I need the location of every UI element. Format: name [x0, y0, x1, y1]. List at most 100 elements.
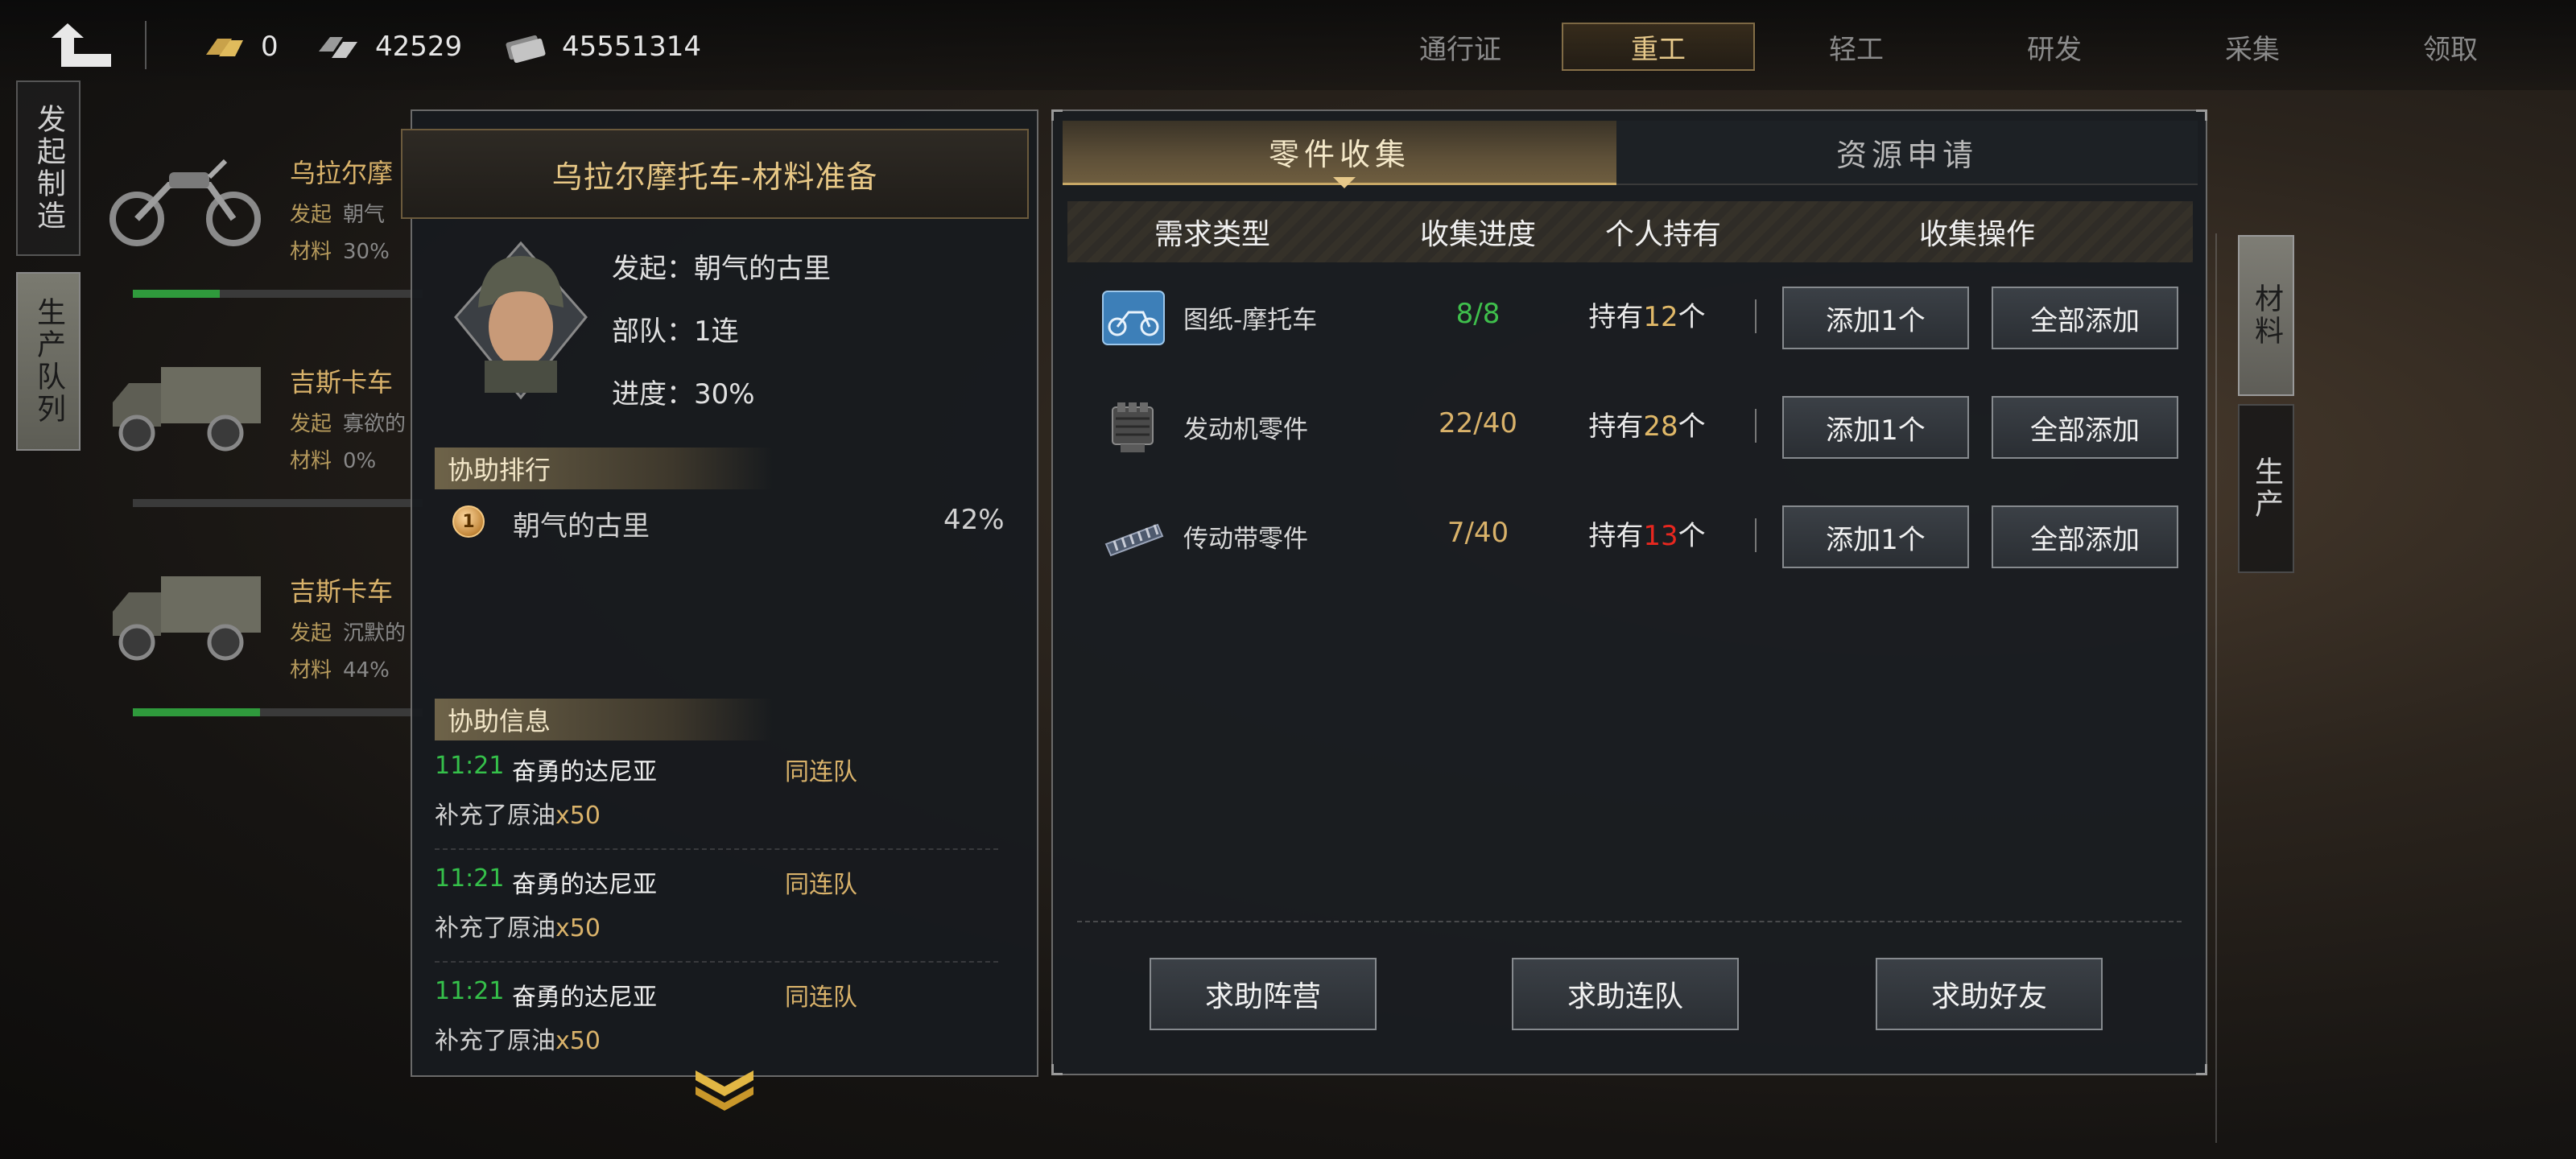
queue-item[interactable]: 乌拉尔摩 发起 朝气 材料 30%: [97, 137, 423, 330]
help-company-button[interactable]: 求助连队: [1512, 958, 1739, 1030]
edge-divider: [2215, 233, 2217, 1143]
assist-message: 11:21 奋勇的达尼亚 同连队 补充了原油x50: [435, 852, 998, 963]
gold-bar-icon: [201, 31, 246, 63]
tab-initiate-manufacture[interactable]: 发起制造: [16, 80, 80, 256]
owned-count: 13: [1643, 520, 1678, 552]
queue-item-material: 材料 44%: [290, 654, 390, 683]
message-qty: x50: [555, 914, 601, 942]
frame-corner: [2196, 109, 2207, 121]
active-tab-indicator: [1333, 177, 1356, 188]
truck-icon: [113, 576, 261, 661]
row-separator: [1755, 299, 1757, 333]
initiator-label: 发起: [290, 621, 332, 645]
part-owned: 持有13个: [1567, 514, 1728, 553]
scroll-down-chevron-icon[interactable]: [692, 1064, 757, 1112]
initiator-value: 沉默的: [343, 621, 407, 645]
gold-medal-icon: 1: [452, 505, 485, 538]
nav-claim[interactable]: 领取: [2354, 23, 2547, 71]
nav-gather[interactable]: 采集: [2156, 23, 2349, 71]
steel-value: 42529: [375, 31, 463, 63]
owned-suffix: 个: [1678, 520, 1706, 552]
cash-value: 45551314: [562, 31, 702, 63]
queue-progress-fill: [133, 708, 261, 716]
tab-parts-collection[interactable]: 零件收集: [1063, 121, 1616, 185]
table-header: 需求类型 收集进度 个人持有 收集操作: [1067, 201, 2193, 262]
material-label: 材料: [290, 658, 332, 683]
engine-part-icon: [1112, 402, 1154, 452]
belt-part-icon: [1104, 523, 1164, 557]
add-one-button[interactable]: 添加1个: [1782, 287, 1969, 349]
help-friends-button[interactable]: 求助好友: [1876, 958, 2103, 1030]
tab-resource-request[interactable]: 资源申请: [1616, 121, 2198, 185]
owned-prefix: 持有: [1588, 301, 1644, 333]
message-user: 奋勇的达尼亚: [512, 871, 657, 899]
part-name: 发动机零件: [1183, 415, 1308, 444]
back-arrow-icon: [52, 23, 111, 67]
detail-progress: 进度：30%: [612, 378, 755, 410]
add-one-button[interactable]: 添加1个: [1782, 396, 1969, 459]
message-qty: x50: [555, 1027, 601, 1055]
back-button[interactable]: [32, 11, 129, 79]
add-all-button[interactable]: 全部添加: [1992, 396, 2178, 459]
add-all-button[interactable]: 全部添加: [1992, 505, 2178, 568]
detail-unit: 部队：1连: [612, 316, 739, 348]
queue-item-name: 吉斯卡车: [290, 367, 394, 398]
queue-item-initiator: 发起 寡欲的: [290, 407, 406, 437]
message-action: 补充了原油: [435, 1027, 555, 1055]
message-action: 补充了原油: [435, 802, 555, 830]
nav-light-industry[interactable]: 轻工: [1760, 23, 1953, 71]
assist-message: 11:21 奋勇的达尼亚 同连队 补充了原油x50: [435, 739, 998, 850]
queue-item[interactable]: 吉斯卡车 发起 寡欲的 材料 0%: [97, 346, 423, 539]
queue-progress-fill: [133, 290, 220, 298]
message-time: 11:21: [435, 977, 505, 1005]
row-separator: [1755, 518, 1757, 552]
gold-resource: 0: [201, 23, 279, 71]
queue-item-initiator: 发起 沉默的: [290, 617, 406, 646]
message-text: 补充了原油x50: [435, 795, 601, 831]
nav-heavy-industry[interactable]: 重工: [1562, 23, 1755, 71]
steel-resource: 42529: [316, 23, 462, 71]
add-one-button[interactable]: 添加1个: [1782, 505, 1969, 568]
col-progress: 收集进度: [1419, 218, 1536, 251]
owned-prefix: 持有: [1588, 410, 1644, 443]
material-value: 0%: [343, 449, 377, 473]
part-progress: 7/40: [1447, 517, 1509, 549]
assist-info-header: 协助信息: [435, 699, 773, 740]
part-name: 图纸-摩托车: [1183, 306, 1318, 335]
add-all-button[interactable]: 全部添加: [1992, 287, 2178, 349]
top-divider: [145, 21, 147, 69]
tab-produce[interactable]: 生产: [2238, 404, 2294, 573]
part-progress: 8/8: [1455, 298, 1501, 330]
queue-item[interactable]: 吉斯卡车 发起 沉默的 材料 44%: [97, 555, 423, 749]
cash-resource: 45551314: [502, 23, 701, 71]
help-camp-button[interactable]: 求助阵营: [1150, 958, 1377, 1030]
initiator-label: 发起: [290, 412, 332, 436]
material-value: 30%: [343, 240, 390, 264]
part-name: 传动带零件: [1183, 525, 1308, 554]
queue-item-material: 材料 30%: [290, 235, 390, 265]
rank-player-name: 朝气的古里: [513, 510, 650, 542]
material-label: 材料: [290, 240, 332, 264]
nav-pass[interactable]: 通行证: [1364, 23, 1557, 71]
tab-production-queue[interactable]: 生产队列: [16, 272, 80, 451]
tab-material[interactable]: 材料: [2238, 235, 2294, 396]
collect-panel: 零件收集 资源申请 需求类型 收集进度 个人持有 收集操作 图纸-摩托车 8/8…: [1051, 109, 2207, 1075]
message-action: 补充了原油: [435, 914, 555, 942]
part-progress: 22/40: [1439, 407, 1517, 439]
queue-item-initiator: 发起 朝气: [290, 198, 385, 228]
nav-research[interactable]: 研发: [1958, 23, 2151, 71]
initiator-label: 发起: [290, 203, 332, 227]
assist-ranking-header: 协助排行: [435, 448, 773, 489]
table-row: 图纸-摩托车 8/8 持有12个 添加1个 全部添加: [1067, 269, 2193, 364]
message-user: 奋勇的达尼亚: [512, 758, 657, 786]
message-time: 11:21: [435, 752, 505, 780]
detail-panel: 乌拉尔摩托车-材料准备 发起：朝气的古里 部队：1连 进度：30% 协助排行 1…: [401, 109, 1038, 1111]
message-qty: x50: [555, 802, 601, 830]
col-action: 收集操作: [1918, 218, 2035, 251]
divider: [1077, 921, 2182, 922]
part-owned: 持有28个: [1567, 404, 1728, 443]
col-type: 需求类型: [1154, 218, 1270, 251]
initiator-value: 朝气: [343, 203, 386, 227]
message-tag: 同连队: [785, 871, 857, 899]
message-tag: 同连队: [785, 984, 857, 1012]
